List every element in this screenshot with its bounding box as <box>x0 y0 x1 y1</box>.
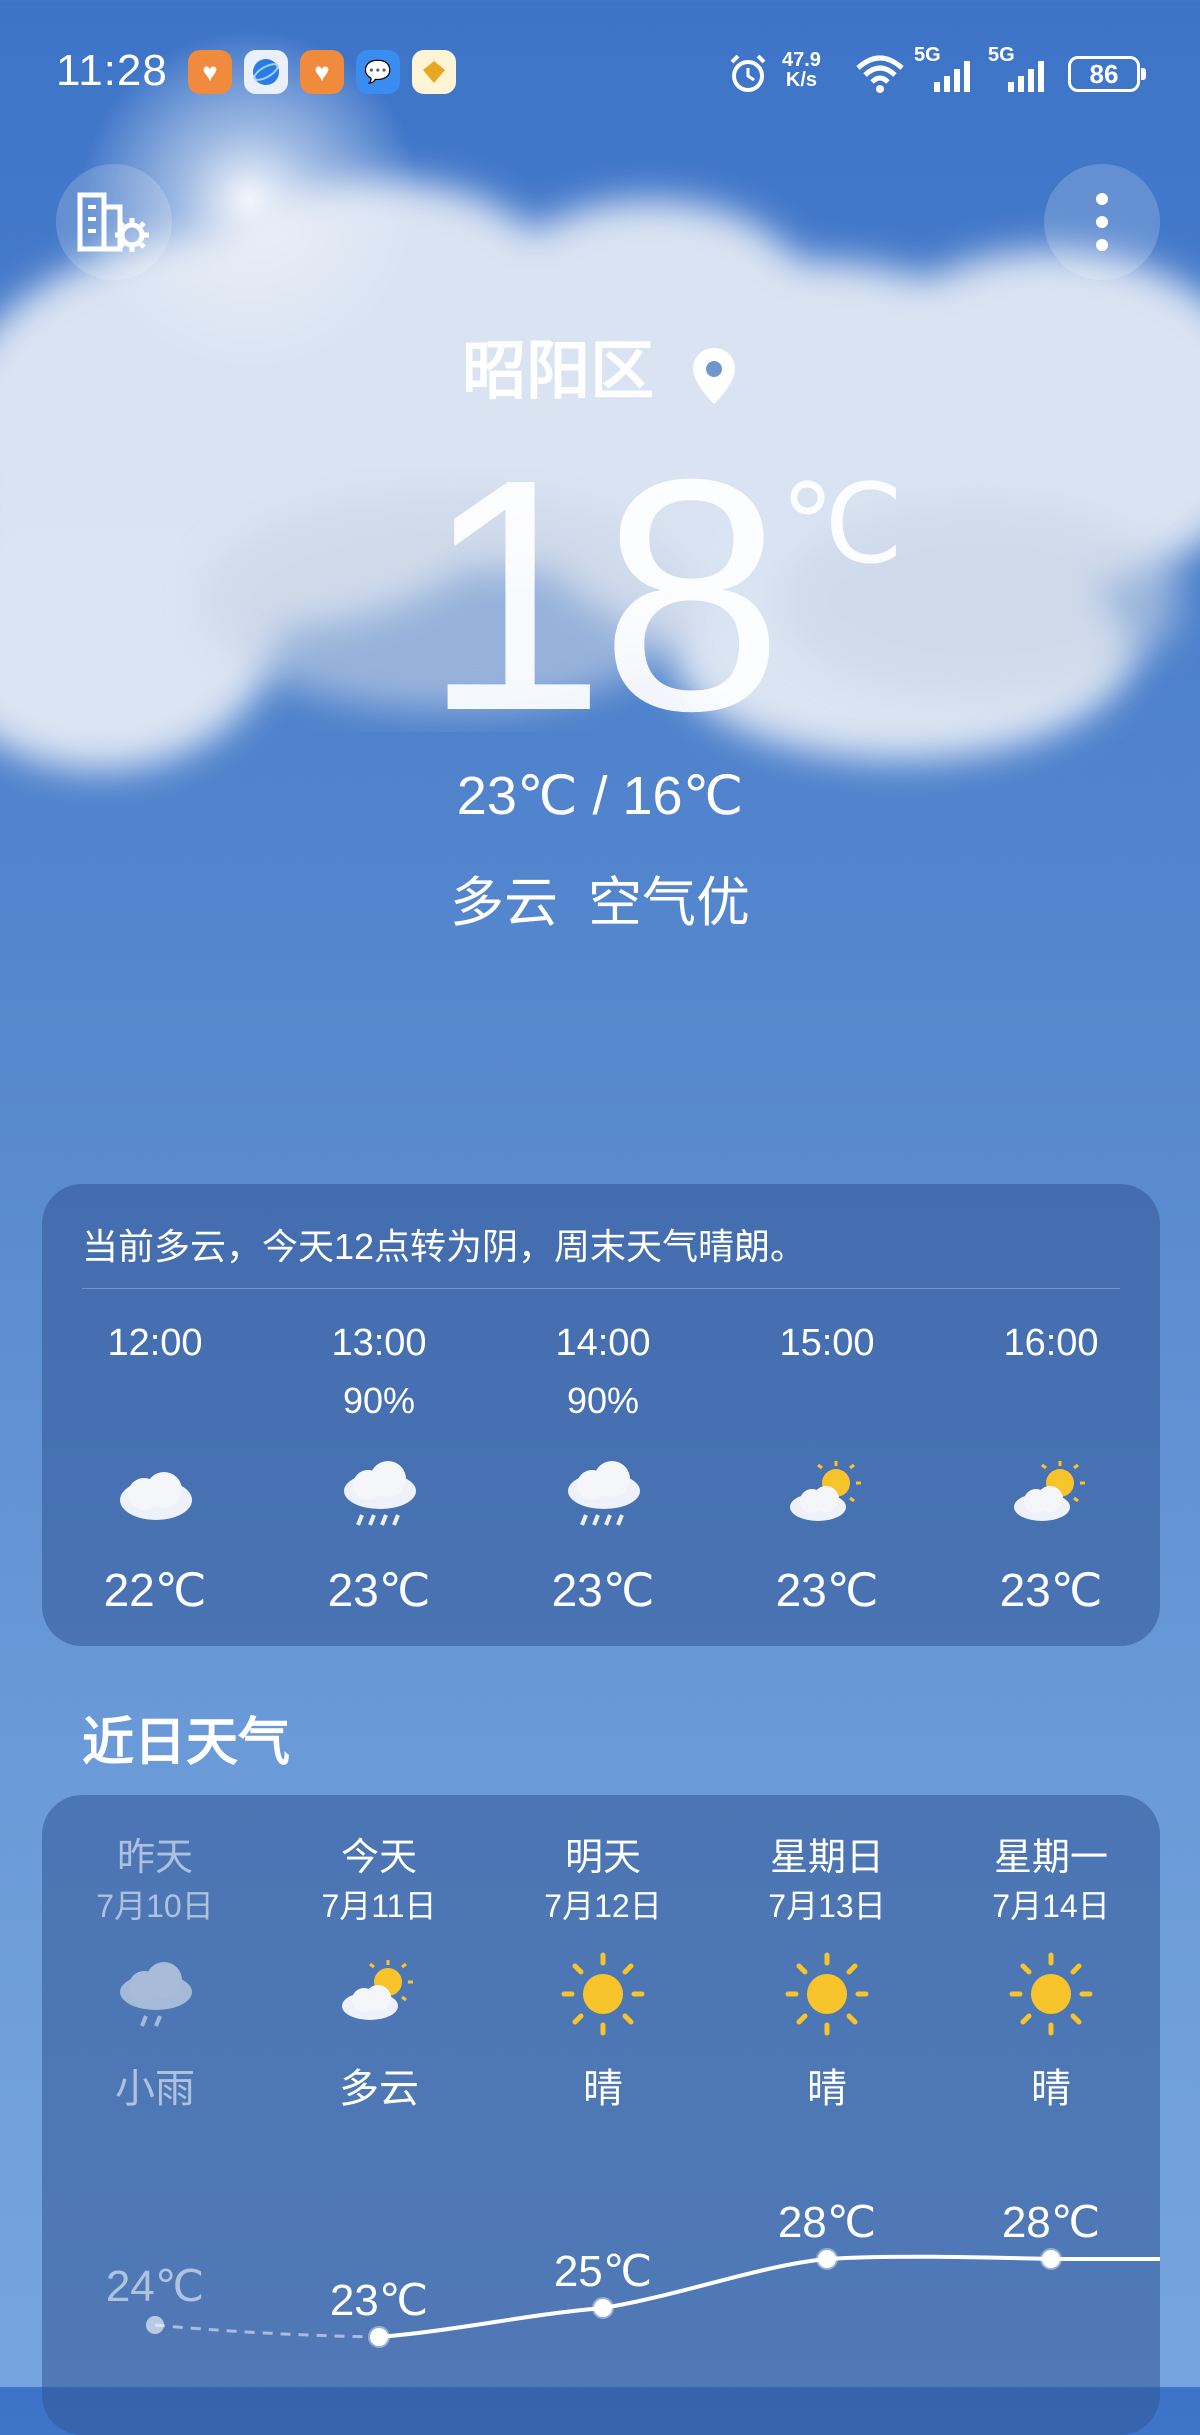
hour-temperature: 22℃ <box>103 1564 207 1616</box>
browser-app-icon <box>244 50 288 94</box>
more-vertical-icon <box>1096 193 1108 251</box>
trend-label: 25℃ <box>554 2247 652 2296</box>
city-manage-button[interactable] <box>56 164 172 280</box>
current-temperature: 18 <box>422 410 783 779</box>
hourly-item: 15:00 23℃ <box>737 1314 917 1620</box>
partly-sunny-icon <box>1014 1461 1085 1521</box>
trend-line-past <box>154 2323 380 2339</box>
partly-sunny-icon <box>790 1461 861 1521</box>
hourly-item: 12:00 22℃ <box>65 1314 245 1620</box>
wifi-icon <box>856 55 904 93</box>
daily-forecast-card[interactable]: 昨天 7月10日 小雨 今天 7月11日 多云 明天 7月12日 晴 星期日 7… <box>42 1795 1160 2435</box>
hour-time: 12:00 <box>107 1322 203 1364</box>
city-settings-icon <box>77 192 149 252</box>
hour-time: 13:00 <box>331 1322 427 1364</box>
trend-point <box>816 2248 838 2270</box>
heart-app-icon-2: ♥ <box>300 50 344 94</box>
network-speed: 47.9 K/s <box>782 50 821 90</box>
condition-air-quality[interactable]: 多云 空气优 <box>0 858 1200 937</box>
location-name: 昭阳区 <box>462 335 655 407</box>
trend-point <box>368 2326 390 2348</box>
high-low-temperature: 23℃ / 16℃ <box>456 766 744 826</box>
hourly-forecast-card[interactable]: 当前多云，今天12点转为阴，周末天气晴朗。 12:00 22℃ 13:00 90… <box>42 1184 1160 1646</box>
hourly-item: 16:00 23℃ <box>961 1314 1141 1620</box>
message-app-icon: 💬 <box>356 50 400 94</box>
trend-line <box>378 2254 1160 2339</box>
hour-time: 15:00 <box>779 1322 875 1364</box>
divider <box>82 1288 1120 1289</box>
alarm-icon <box>730 54 766 92</box>
rain-cloud-icon <box>344 1461 416 1526</box>
hour-temperature: 23℃ <box>775 1564 879 1616</box>
daily-section-title: 近日天气 <box>82 1714 291 1772</box>
more-options-button[interactable] <box>1044 164 1160 280</box>
trend-point <box>592 2297 614 2319</box>
location-pin-icon <box>692 348 735 405</box>
signal-icon-2 <box>1008 61 1044 92</box>
status-bar: 11:28 ♥ ♥ 💬 47.9 K/s 5G 5G 86 <box>0 40 1200 112</box>
trend-point <box>1040 2248 1062 2270</box>
hour-temperature: 23℃ <box>551 1564 655 1616</box>
precip-probability <box>737 1372 917 1430</box>
hourly-item: 14:00 90% 23℃ <box>513 1314 693 1620</box>
precip-probability <box>961 1372 1141 1430</box>
forecast-summary: 当前多云，今天12点转为阴，周末天气晴朗。 <box>82 1226 807 1267</box>
trend-label: 24℃ <box>106 2262 204 2311</box>
heart-app-icon: ♥ <box>188 50 232 94</box>
status-time: 11:28 <box>56 46 168 95</box>
trend-label: 23℃ <box>330 2276 428 2325</box>
high-temperature-trend: 24℃ 23℃ 25℃ 28℃ 28℃ <box>106 2198 1160 2348</box>
hour-time: 14:00 <box>555 1322 651 1364</box>
honor-app-icon <box>412 50 456 94</box>
trend-label: 28℃ <box>778 2198 876 2247</box>
cloudy-icon <box>120 1472 192 1520</box>
hour-temperature: 23℃ <box>327 1564 431 1616</box>
hourly-item: 13:00 90% 23℃ <box>289 1314 469 1620</box>
trend-label: 28℃ <box>1002 2198 1100 2247</box>
precip-probability <box>65 1372 245 1430</box>
trend-point <box>146 2316 164 2334</box>
location-header[interactable]: 昭阳区 <box>0 320 1200 412</box>
network-speed-value: 47.9 <box>782 49 821 71</box>
precip-probability: 90% <box>566 1380 640 1421</box>
network-speed-unit: K/s <box>785 69 818 91</box>
signal-icon-1 <box>934 61 970 92</box>
precip-probability: 90% <box>342 1380 416 1421</box>
hour-time: 16:00 <box>1003 1322 1099 1364</box>
hour-temperature: 23℃ <box>999 1564 1103 1616</box>
battery-indicator: 86 <box>1068 56 1146 92</box>
rain-cloud-icon <box>568 1461 640 1526</box>
temperature-unit: ℃ <box>780 463 904 586</box>
